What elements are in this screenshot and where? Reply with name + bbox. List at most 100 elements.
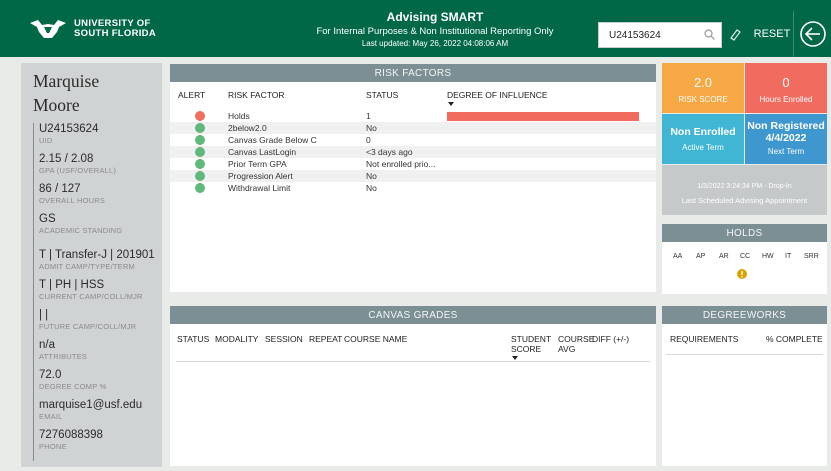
attributes-value: n/a bbox=[39, 339, 55, 351]
search-icon[interactable] bbox=[703, 28, 717, 42]
col-cg-diff[interactable]: DIFF (+/-) bbox=[592, 334, 629, 344]
risk-factor-name: Holds bbox=[228, 111, 250, 121]
back-arrow-icon bbox=[799, 21, 826, 47]
bull-logo-icon bbox=[30, 20, 66, 38]
uid-value: U24153624 bbox=[39, 123, 99, 135]
student-last-name: Moore bbox=[33, 95, 80, 115]
future-major-value: | | bbox=[39, 309, 49, 321]
student-name: Marquise Moore bbox=[33, 69, 99, 117]
hold-code-hw: HW bbox=[762, 253, 774, 260]
next-term-tile: Non Registered 4/4/2022 Next Term bbox=[745, 114, 827, 164]
eraser-icon[interactable] bbox=[727, 26, 743, 42]
overall-hours-value: 86 / 127 bbox=[39, 183, 81, 195]
student-search-input[interactable] bbox=[599, 23, 697, 47]
risk-factor-row[interactable]: Canvas LastLogin <3 days ago bbox=[170, 146, 656, 158]
col-percent-complete[interactable]: % COMPLETE bbox=[766, 334, 823, 344]
alert-status-icon bbox=[195, 171, 205, 181]
risk-factor-row[interactable]: Canvas Grade Below C 0 bbox=[170, 134, 656, 146]
col-cg-course-name[interactable]: COURSE NAME bbox=[344, 334, 407, 344]
influence-bar bbox=[447, 112, 639, 121]
degree-comp-value: 72.0 bbox=[39, 369, 62, 381]
alert-status-icon bbox=[195, 147, 205, 157]
hold-code-cc: CC bbox=[740, 253, 751, 260]
risk-factor-row[interactable]: Holds 1 bbox=[170, 110, 656, 122]
header-title-block: Advising SMART For Internal Purposes & N… bbox=[290, 10, 580, 48]
col-status[interactable]: STATUS bbox=[366, 90, 398, 100]
app-subtitle: For Internal Purposes & Non Institutiona… bbox=[316, 26, 554, 37]
next-term-label: Next Term bbox=[767, 147, 805, 156]
canvas-grades-divider bbox=[176, 361, 650, 362]
uid-label: UID bbox=[39, 136, 53, 145]
col-cg-status[interactable]: STATUS bbox=[177, 334, 209, 344]
risk-factor-status: Not enrolled prio... bbox=[366, 159, 436, 169]
risk-factors-title: RISK FACTORS bbox=[170, 64, 656, 82]
hold-warning-icon[interactable] bbox=[737, 269, 747, 279]
col-cg-student-score[interactable]: STUDENT SCORE bbox=[511, 334, 551, 354]
risk-factor-status: No bbox=[366, 183, 377, 193]
risk-factor-status: 1 bbox=[366, 111, 371, 121]
risk-factor-name: Canvas LastLogin bbox=[228, 147, 297, 157]
future-major-label: FUTURE CAMP/COLL/MJR bbox=[39, 322, 137, 331]
phone-label: PHONE bbox=[39, 442, 67, 451]
risk-factor-row[interactable]: Prior Term GPA Not enrolled prio... bbox=[170, 158, 656, 170]
student-search-box[interactable] bbox=[598, 22, 722, 48]
risk-factor-status: <3 days ago bbox=[366, 147, 413, 157]
academic-standing-value: GS bbox=[39, 213, 56, 225]
degree-comp-label: DEGREE COMP % bbox=[39, 382, 107, 391]
attributes-label: ATTRIBUTES bbox=[39, 352, 88, 361]
admit-value: T | Transfer-J | 201901 bbox=[39, 249, 155, 261]
alert-status-icon bbox=[195, 123, 205, 133]
col-cg-course-avg[interactable]: COURSE AVG bbox=[558, 334, 594, 354]
canvas-grades-panel: CANVAS GRADES STATUS MODALITY SESSION RE… bbox=[170, 306, 656, 466]
risk-factor-row[interactable]: Progression Alert No bbox=[170, 170, 656, 182]
degreeworks-title: DEGREEWORKS bbox=[662, 306, 827, 324]
col-cg-repeat[interactable]: REPEAT bbox=[309, 334, 342, 344]
hours-enrolled-tile: 0 Hours Enrolled bbox=[745, 63, 827, 113]
alert-status-icon bbox=[195, 159, 205, 169]
holds-title: HOLDS bbox=[662, 224, 827, 242]
col-risk-factor[interactable]: RISK FACTOR bbox=[228, 90, 285, 100]
col-requirements[interactable]: REQUIREMENTS bbox=[670, 334, 738, 344]
profile-group-primary: U24153624 UID 2.15 / 2.08 GPA (USF/OVERA… bbox=[33, 123, 122, 265]
appointment-label: Last Scheduled Advising Appointment bbox=[681, 196, 808, 205]
sort-caret-icon bbox=[512, 356, 518, 360]
active-term-value: Non Enrolled bbox=[670, 126, 736, 138]
risk-factor-row[interactable]: 2below2.0 No bbox=[170, 122, 656, 134]
holds-panel: HOLDS AA AP AR CC HW IT SRR bbox=[662, 224, 827, 294]
hours-enrolled-label: Hours Enrolled bbox=[759, 95, 813, 104]
student-first-name: Marquise bbox=[33, 71, 100, 91]
last-updated: Last updated: May 26, 2022 04:08:06 AM bbox=[361, 39, 509, 48]
advising-appointment-tile: 1/3/2022 3:24:34 PM - Drop-In Last Sched… bbox=[662, 165, 827, 215]
risk-factors-panel: RISK FACTORS ALERT RISK FACTOR STATUS DE… bbox=[170, 64, 656, 292]
usf-logo: UNIVERSITY OF SOUTH FLORIDA bbox=[28, 18, 156, 40]
email-value[interactable]: marquise1@usf.edu bbox=[39, 399, 155, 412]
risk-factor-name: Canvas Grade Below C bbox=[228, 135, 317, 145]
admit-label: ADMIT CAMP/TYPE/TERM bbox=[39, 262, 135, 271]
risk-factor-row[interactable]: Withdrawal Limit No bbox=[170, 182, 656, 194]
student-profile-panel: Marquise Moore U24153624 UID 2.15 / 2.08… bbox=[21, 63, 162, 467]
alert-status-icon bbox=[195, 135, 205, 145]
hours-enrolled-value: 0 bbox=[782, 75, 790, 90]
app-title: Advising SMART bbox=[386, 10, 484, 24]
next-term-value: Non Registered 4/4/2022 bbox=[747, 120, 825, 144]
risk-factor-name: Prior Term GPA bbox=[228, 159, 287, 169]
col-alert[interactable]: ALERT bbox=[178, 90, 205, 100]
col-cg-session[interactable]: SESSION bbox=[265, 334, 303, 344]
profile-group-secondary: T | Transfer-J | 201901 ADMIT CAMP/TYPE/… bbox=[33, 249, 155, 461]
back-button[interactable] bbox=[793, 11, 831, 57]
hold-code-it: IT bbox=[785, 253, 792, 260]
risk-factor-name: Progression Alert bbox=[228, 171, 293, 181]
gpa-value: 2.15 / 2.08 bbox=[39, 153, 94, 165]
risk-score-tile: 2.0 RISK SCORE bbox=[662, 63, 744, 113]
risk-factor-name: Withdrawal Limit bbox=[228, 183, 291, 193]
col-cg-modality[interactable]: MODALITY bbox=[215, 334, 258, 344]
risk-factor-status: No bbox=[366, 123, 377, 133]
sort-caret-icon bbox=[448, 102, 454, 106]
current-major-value: T | PH | HSS bbox=[39, 279, 105, 291]
degreeworks-divider bbox=[666, 354, 823, 355]
col-degree-of-influence[interactable]: DEGREE OF INFLUENCE bbox=[447, 90, 548, 100]
reset-button[interactable]: RESET bbox=[752, 11, 792, 57]
current-major-label: CURRENT CAMP/COLL/MJR bbox=[39, 292, 143, 301]
active-term-label: Active Term bbox=[682, 143, 724, 152]
hold-code-ar: AR bbox=[719, 253, 729, 260]
